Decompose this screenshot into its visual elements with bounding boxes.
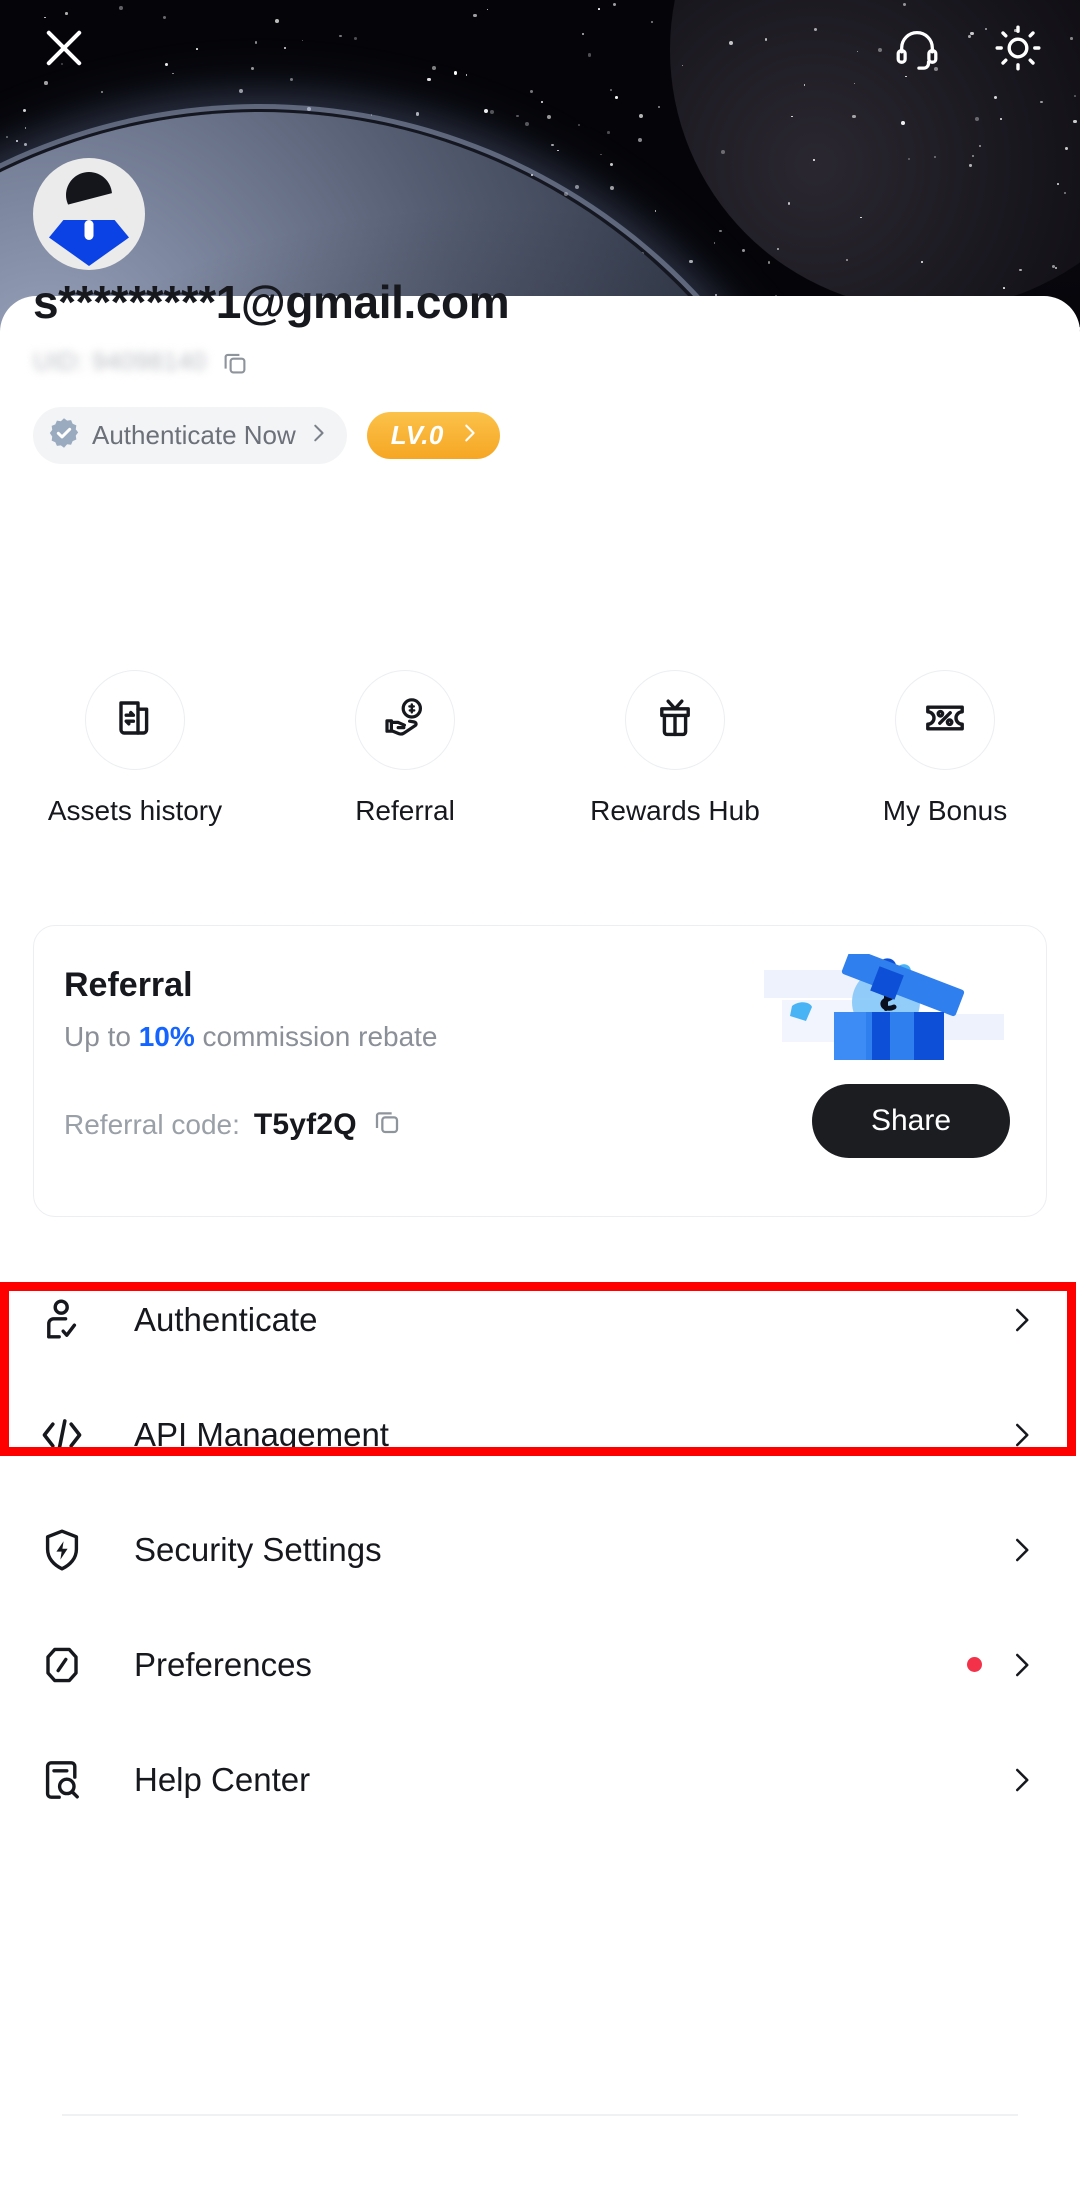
quick-action-label: Referral [355, 795, 455, 826]
notification-dot [967, 1657, 982, 1672]
top-bar [0, 0, 1080, 96]
menu-item-right [1006, 1535, 1036, 1565]
menu-item-api-management[interactable]: API Management [0, 1377, 1080, 1492]
menu-item-label: Security Settings [134, 1530, 382, 1568]
authenticate-now-label: Authenticate Now [92, 419, 296, 450]
referral-code-value: T5yf2Q [253, 1107, 357, 1141]
avatar-collar [84, 220, 94, 240]
quick-action-label: Rewards Hub [590, 795, 760, 826]
account-email: s*********1@gmail.com [33, 276, 510, 328]
sun-icon[interactable] [994, 24, 1042, 72]
menu-item-label: API Management [134, 1415, 389, 1453]
top-bar-actions [894, 24, 1042, 72]
level-badge[interactable]: LV.0 [366, 411, 500, 459]
profile-badges: Authenticate Now LV.0 [33, 406, 1047, 464]
quick-action-circle [355, 670, 455, 770]
menu-item-right [1006, 1420, 1036, 1450]
profile-block: s*********1@gmail.com UID: 94098140 Auth… [33, 276, 1047, 464]
verified-badge-icon [47, 416, 81, 455]
quick-action-assets-history[interactable]: Assets history [0, 670, 270, 827]
percent-ticket-icon [921, 694, 969, 747]
settings-menu: Authenticate API Management Security Set… [0, 1262, 1080, 1837]
referral-card-subtitle: Up to 10% commission rebate [64, 1021, 438, 1053]
gift-money-illustration [764, 947, 1004, 1064]
authenticate-now-badge[interactable]: Authenticate Now [33, 406, 347, 464]
menu-item-label: Authenticate [134, 1300, 318, 1338]
menu-item-authenticate[interactable]: Authenticate [0, 1262, 1080, 1377]
quick-action-label: Assets history [47, 795, 223, 826]
profile-screen: s*********1@gmail.com UID: 94098140 Auth… [0, 0, 1080, 2200]
headset-icon[interactable] [894, 25, 940, 71]
close-icon[interactable] [38, 22, 90, 74]
menu-item-label: Preferences [134, 1645, 312, 1683]
chevron-right-icon [1006, 1650, 1036, 1680]
referral-card-title: Referral [64, 966, 193, 1004]
menu-item-label: Help Center [134, 1760, 311, 1798]
chevron-right-icon [307, 422, 329, 449]
referral-subtitle-suffix: commission rebate [194, 1021, 438, 1052]
sliders-hex-icon [34, 1641, 90, 1689]
avatar[interactable] [33, 158, 145, 270]
quick-action-circle [625, 670, 725, 770]
menu-item-preferences[interactable]: Preferences [0, 1607, 1080, 1722]
user-check-icon [34, 1296, 90, 1344]
referral-subtitle-highlight: 10% [138, 1021, 195, 1052]
quick-action-referral[interactable]: Referral [270, 670, 540, 827]
list-divider [62, 2114, 1018, 2116]
share-button[interactable]: Share [812, 1084, 1010, 1158]
menu-item-right [1006, 1305, 1036, 1335]
chevron-right-icon [1006, 1305, 1036, 1335]
help-doc-icon [34, 1756, 90, 1804]
referral-code-row: Referral code: T5yf2Q [64, 1106, 403, 1143]
referral-code-label: Referral code: [64, 1108, 240, 1140]
assets-history-icon [111, 694, 159, 747]
avatar-head [66, 172, 112, 206]
shield-bolt-icon [34, 1526, 90, 1574]
code-brackets-icon [34, 1411, 90, 1459]
hand-coin-icon [381, 694, 429, 747]
uid-text: UID: 94098140 [33, 348, 207, 377]
quick-action-circle [895, 670, 995, 770]
copy-icon[interactable] [220, 348, 250, 378]
gift-box-icon [651, 694, 699, 747]
menu-item-help-center[interactable]: Help Center [0, 1722, 1080, 1837]
quick-action-label: My Bonus [882, 795, 1008, 826]
menu-item-right [1006, 1765, 1036, 1795]
level-badge-label: LV.0 [390, 419, 444, 450]
uid-row: UID: 94098140 [33, 345, 1047, 381]
menu-item-security-settings[interactable]: Security Settings [0, 1492, 1080, 1607]
referral-card[interactable]: Referral Up to 10% commission rebate Ref… [33, 925, 1047, 1217]
quick-action-my-bonus[interactable]: My Bonus [810, 670, 1080, 827]
chevron-right-icon [1006, 1765, 1036, 1795]
quick-action-rewards-hub[interactable]: Rewards Hub [540, 670, 810, 827]
quick-action-circle [85, 670, 185, 770]
content-sheet [0, 296, 1080, 2200]
referral-subtitle-prefix: Up to [64, 1021, 139, 1052]
chevron-right-icon [1006, 1535, 1036, 1565]
quick-actions: Assets history Referral Rewards Hub My B… [0, 670, 1080, 827]
menu-item-right [967, 1650, 1036, 1680]
chevron-right-icon [1006, 1420, 1036, 1450]
copy-icon[interactable] [371, 1106, 403, 1143]
chevron-right-icon [458, 422, 480, 449]
